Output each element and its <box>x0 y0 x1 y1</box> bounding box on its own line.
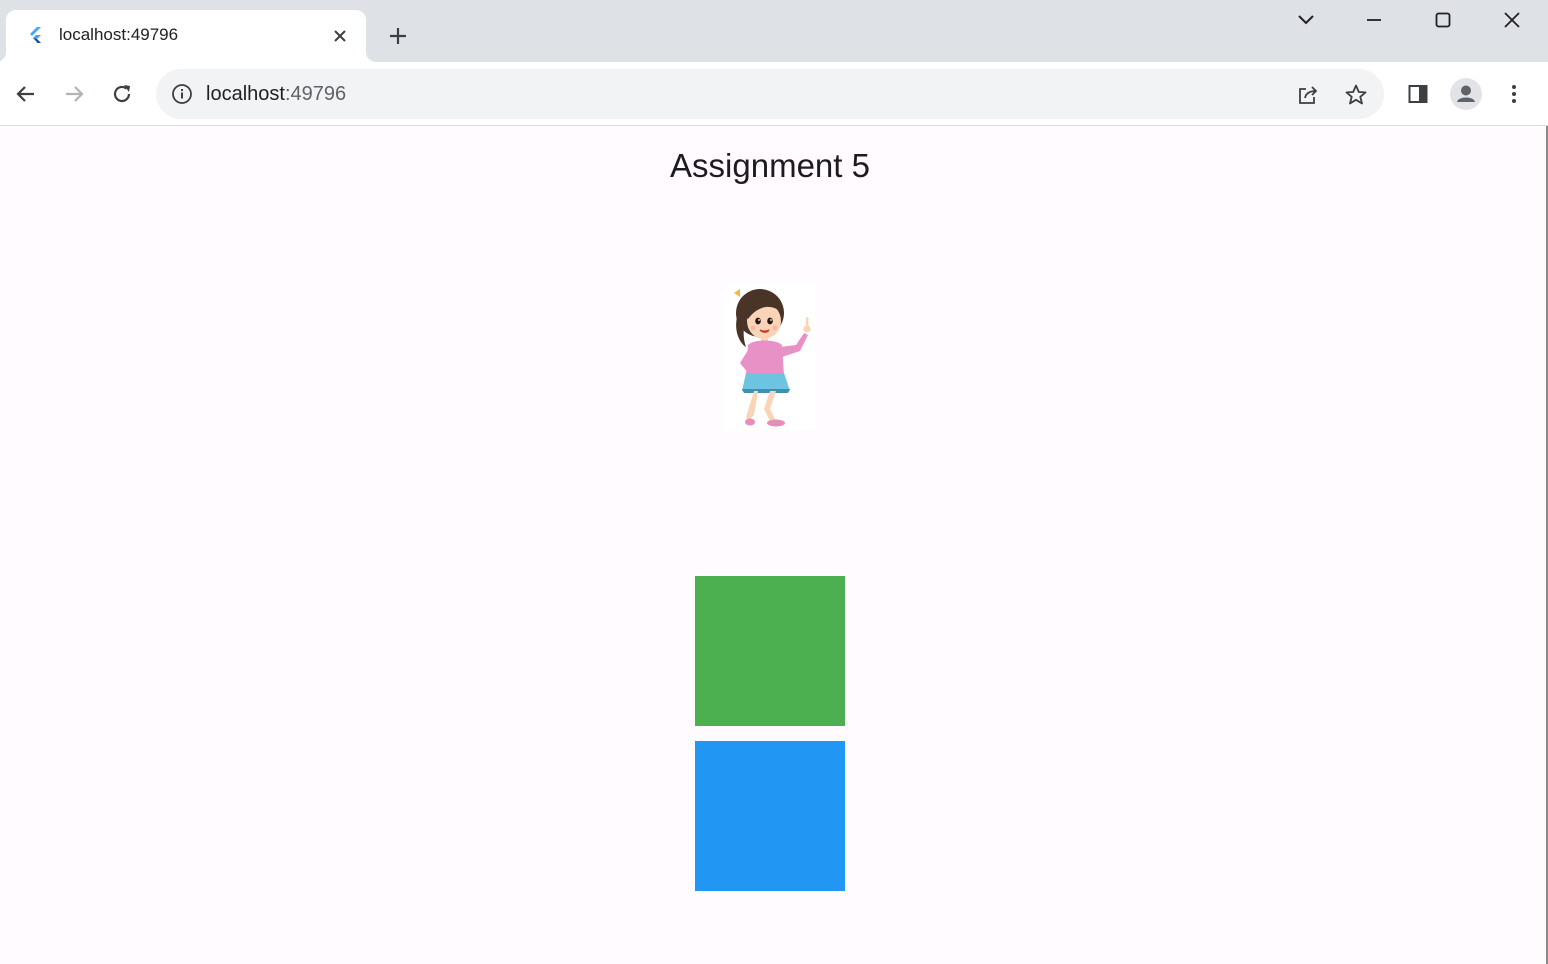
reload-icon[interactable] <box>104 76 140 112</box>
flutter-favicon-icon <box>26 25 46 45</box>
page-viewport: Assignment 5 <box>0 126 1546 964</box>
back-arrow-icon[interactable] <box>8 76 44 112</box>
more-menu-icon[interactable] <box>1496 76 1532 112</box>
profile-avatar-icon[interactable] <box>1448 76 1484 112</box>
browser-window: localhost:49796 localhost:49796 Assignme… <box>0 0 1548 964</box>
close-window-icon[interactable] <box>1494 6 1530 34</box>
url-port: :49796 <box>284 83 347 105</box>
girl-illustration-icon <box>734 289 811 427</box>
bookmark-star-icon[interactable] <box>1342 81 1370 109</box>
close-tab-icon[interactable] <box>328 24 352 48</box>
cartoon-girl-image <box>724 283 816 431</box>
address-bar[interactable]: localhost:49796 <box>156 69 1384 119</box>
url-host: localhost <box>206 83 285 105</box>
url-text[interactable]: localhost:49796 <box>206 83 346 105</box>
browser-toolbar: localhost:49796 <box>0 62 1548 126</box>
green-box <box>695 576 845 726</box>
site-info-icon[interactable] <box>170 82 194 106</box>
new-tab-icon[interactable] <box>384 22 412 50</box>
share-icon[interactable] <box>1294 81 1322 109</box>
side-panel-icon[interactable] <box>1400 76 1436 112</box>
tab-search-chevron-down-icon[interactable] <box>1288 6 1324 34</box>
minimize-icon[interactable] <box>1356 6 1392 34</box>
maximize-icon[interactable] <box>1425 6 1461 34</box>
tab-title: localhost:49796 <box>59 25 179 44</box>
forward-arrow-icon[interactable] <box>56 76 92 112</box>
browser-tab[interactable]: localhost:49796 <box>6 10 366 62</box>
blue-box <box>695 741 845 891</box>
page-title: Assignment 5 <box>670 147 870 184</box>
tab-strip: localhost:49796 <box>0 0 1548 62</box>
